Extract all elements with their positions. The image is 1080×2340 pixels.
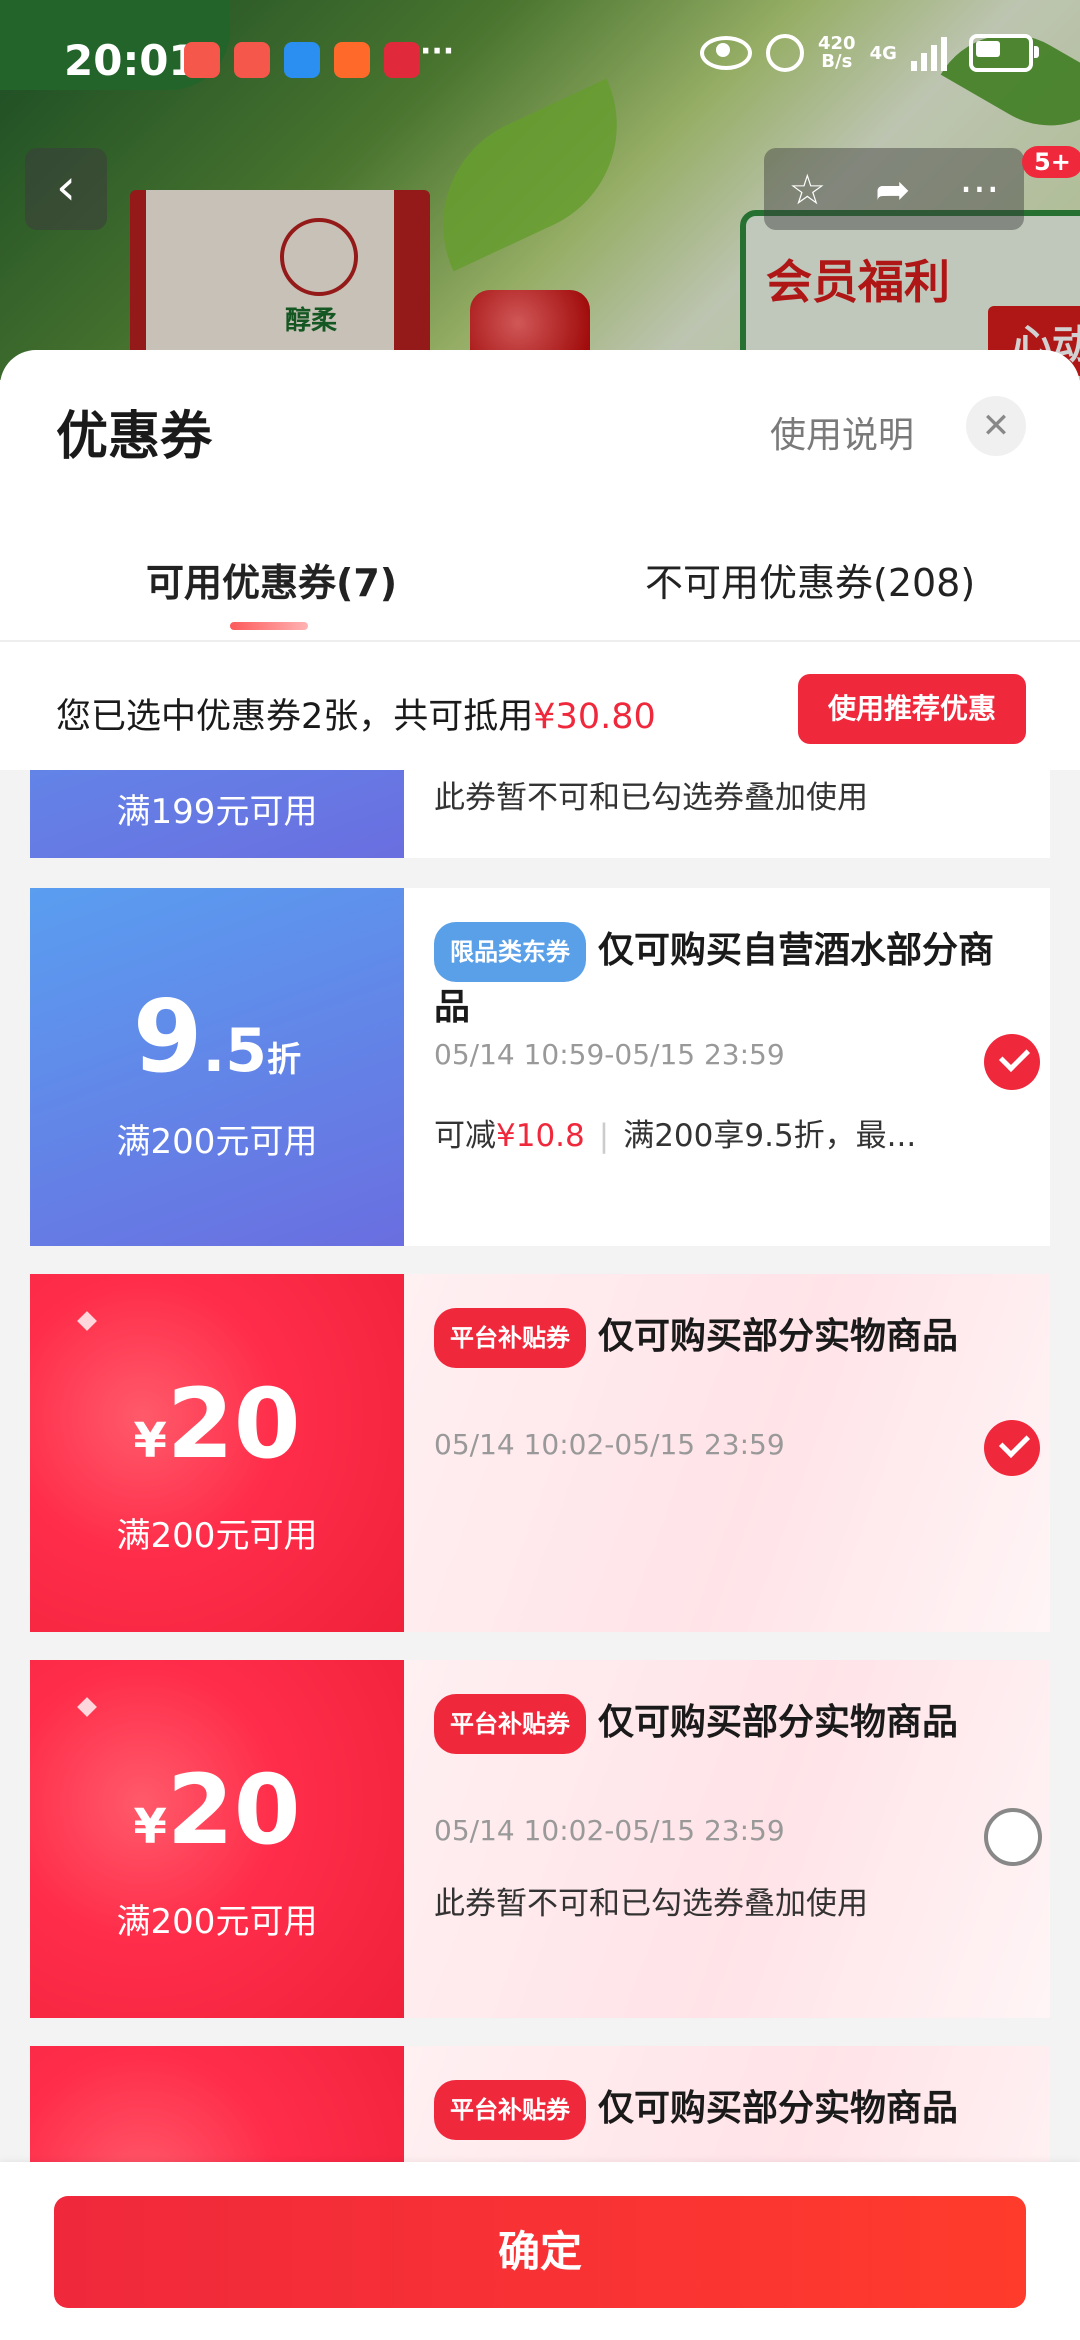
- signal-icon: [910, 35, 947, 71]
- tab-unavailable[interactable]: 不可用优惠券(208): [645, 552, 975, 607]
- battery-icon: [968, 34, 1039, 72]
- net-speed-unit: B/s: [821, 51, 853, 72]
- coupon-desc: 此券暂不可和已勾选券叠加使用: [434, 780, 868, 816]
- status-time: 20:01: [64, 36, 198, 85]
- coupon-condition: 满200元可用: [116, 1516, 318, 1556]
- active-tab-indicator: [230, 622, 308, 630]
- coupon-value-panel: 9.5折 满200元可用: [30, 888, 404, 1246]
- message-badge: 5+: [1022, 146, 1080, 178]
- coupon-info: 限品类东券 仅可购买自营酒水部分商品 05/14 10:59-05/15 23:5…: [404, 888, 1050, 1246]
- coupon-title-text: 仅可购买部分实物商品: [598, 1702, 959, 1743]
- coupon-desc: 可减¥10.8 | 满200享9.5折，最...: [434, 1110, 916, 1155]
- discount-unit: 折: [267, 1040, 302, 1080]
- coupon-date: 05/14 10:59-05/15 23:59: [434, 1038, 785, 1071]
- coupon-tag: 限品类东券: [434, 922, 586, 982]
- back-button[interactable]: ‹: [25, 148, 107, 230]
- coupon-card[interactable]: ¥20 满200元可用 平台补贴券 仅可购买部分实物商品 05/14 10:02-…: [30, 1274, 1050, 1632]
- more-notifications-icon: ···: [420, 34, 455, 69]
- coupon-card[interactable]: 满199元可用 此券暂不可和已勾选券叠加使用: [30, 770, 1050, 858]
- coupon-sheet: 优惠券 使用说明 ✕ 可用优惠券(7) 不可用优惠券(208) 您已选中优惠券2…: [0, 350, 1080, 2340]
- coupon-value-panel: ¥20 满200元可用: [30, 1660, 404, 2018]
- summary-prefix: 您已选中优惠券2张，共可抵用: [56, 697, 534, 737]
- shield-app-icon: [284, 42, 320, 78]
- more-icon[interactable]: ···: [959, 165, 999, 214]
- network-type: 4G: [869, 42, 897, 64]
- selection-summary: 您已选中优惠券2张，共可抵用¥30.80 使用推荐优惠: [0, 650, 1080, 770]
- coupon-checkbox[interactable]: [984, 1808, 1042, 1866]
- status-right-group: 420 B/s 4G: [700, 34, 1039, 72]
- close-button[interactable]: ✕: [966, 396, 1026, 456]
- discount-decimal: .5: [202, 1016, 268, 1086]
- discount-number: 9: [132, 978, 203, 1095]
- currency-symbol: ¥: [133, 1413, 167, 1469]
- coupon-tag: 平台补贴券: [434, 1308, 586, 1368]
- coupon-amount: ¥20: [30, 1368, 404, 1480]
- coupon-tabs: 可用优惠券(7) 不可用优惠券(208): [0, 530, 1080, 642]
- coupon-info: 此券暂不可和已勾选券叠加使用: [404, 770, 1050, 858]
- coupon-condition: 满200元可用: [116, 1122, 318, 1162]
- cat-app-icon: [384, 42, 420, 78]
- coupon-card[interactable]: 平台补贴券 仅可购买部分实物商品: [30, 2046, 1050, 2170]
- confirm-button[interactable]: 确定: [54, 2196, 1026, 2308]
- sparkle-icon: [77, 1697, 97, 1717]
- coupon-tag: 平台补贴券: [434, 2080, 586, 2140]
- coupon-title-text: 仅可购买部分实物商品: [598, 1316, 959, 1357]
- coupon-list[interactable]: 满199元可用 此券暂不可和已勾选券叠加使用 9.5折 满200元可用 限品类东…: [0, 770, 1080, 2170]
- desc-prefix: 可减: [434, 1118, 496, 1154]
- coupon-value-panel: ¥20 满200元可用: [30, 1274, 404, 1632]
- alarm-icon: [766, 34, 804, 72]
- usage-instructions-link[interactable]: 使用说明: [770, 406, 914, 458]
- coupon-checkbox[interactable]: [984, 1420, 1040, 1476]
- coupon-condition: 满200元可用: [116, 1902, 318, 1942]
- app-icon: [334, 42, 370, 78]
- coupon-title: 限品类东券 仅可购买自营酒水部分商品: [434, 922, 994, 1034]
- status-bar: 20:01 ··· 420 B/s 4G: [0, 30, 1080, 90]
- use-recommended-button[interactable]: 使用推荐优惠: [798, 674, 1026, 744]
- app-icon: [184, 42, 220, 78]
- desc-rest: 满200享9.5折，最...: [623, 1118, 917, 1154]
- coupon-checkbox[interactable]: [984, 1034, 1040, 1090]
- coupon-info: 平台补贴券 仅可购买部分实物商品: [404, 2046, 1050, 2170]
- app-icon: [234, 42, 270, 78]
- coupon-value-panel: [30, 2046, 404, 2170]
- summary-text: 您已选中优惠券2张，共可抵用¥30.80: [56, 688, 656, 739]
- close-icon: ✕: [981, 406, 1011, 446]
- tab-available[interactable]: 可用优惠券(7): [146, 552, 397, 607]
- coupon-card[interactable]: ¥20 满200元可用 平台补贴券 仅可购买部分实物商品 05/14 10:02-…: [30, 1660, 1050, 2018]
- coupon-title: 平台补贴券 仅可购买部分实物商品: [434, 2080, 994, 2140]
- sheet-title: 优惠券: [56, 407, 213, 467]
- amount-value: 20: [166, 1754, 301, 1866]
- currency-symbol: ¥: [133, 1799, 167, 1855]
- coupon-title-text: 仅可购买部分实物商品: [598, 2088, 959, 2129]
- coupon-card[interactable]: 9.5折 满200元可用 限品类东券 仅可购买自营酒水部分商品 05/14 10:…: [30, 888, 1050, 1246]
- bottom-bar: 确定: [0, 2162, 1080, 2340]
- coupon-discount: 9.5折: [30, 978, 404, 1095]
- coupon-value-panel: 满199元可用: [30, 770, 404, 858]
- summary-amount: ¥30.80: [533, 697, 656, 737]
- share-icon[interactable]: ➦: [875, 165, 910, 214]
- amount-value: 20: [166, 1368, 301, 1480]
- desc-amount: ¥10.8: [496, 1118, 585, 1154]
- coupon-title: 平台补贴券 仅可购买部分实物商品: [434, 1694, 994, 1754]
- desc-separator: |: [598, 1118, 610, 1154]
- eye-icon: [700, 36, 752, 70]
- chevron-left-icon: ‹: [56, 158, 76, 216]
- coupon-title: 平台补贴券 仅可购买部分实物商品: [434, 1308, 994, 1368]
- coupon-condition: 满199元可用: [116, 792, 318, 832]
- coupon-amount: ¥20: [30, 1754, 404, 1866]
- coupon-tag: 平台补贴券: [434, 1694, 586, 1754]
- coupon-desc: 此券暂不可和已勾选券叠加使用: [434, 1886, 868, 1922]
- coupon-date: 05/14 10:02-05/15 23:59: [434, 1428, 785, 1461]
- sparkle-icon: [77, 1311, 97, 1331]
- star-icon[interactable]: ☆: [789, 165, 827, 214]
- coupon-info: 平台补贴券 仅可购买部分实物商品 05/14 10:02-05/15 23:59: [404, 1274, 1050, 1632]
- top-action-group: ☆ ➦ ···: [764, 148, 1024, 230]
- net-speed: 420 B/s: [818, 35, 856, 71]
- coupon-info: 平台补贴券 仅可购买部分实物商品 05/14 10:02-05/15 23:59 …: [404, 1660, 1050, 2018]
- coupon-date: 05/14 10:02-05/15 23:59: [434, 1814, 785, 1847]
- notification-app-icons: [184, 42, 420, 78]
